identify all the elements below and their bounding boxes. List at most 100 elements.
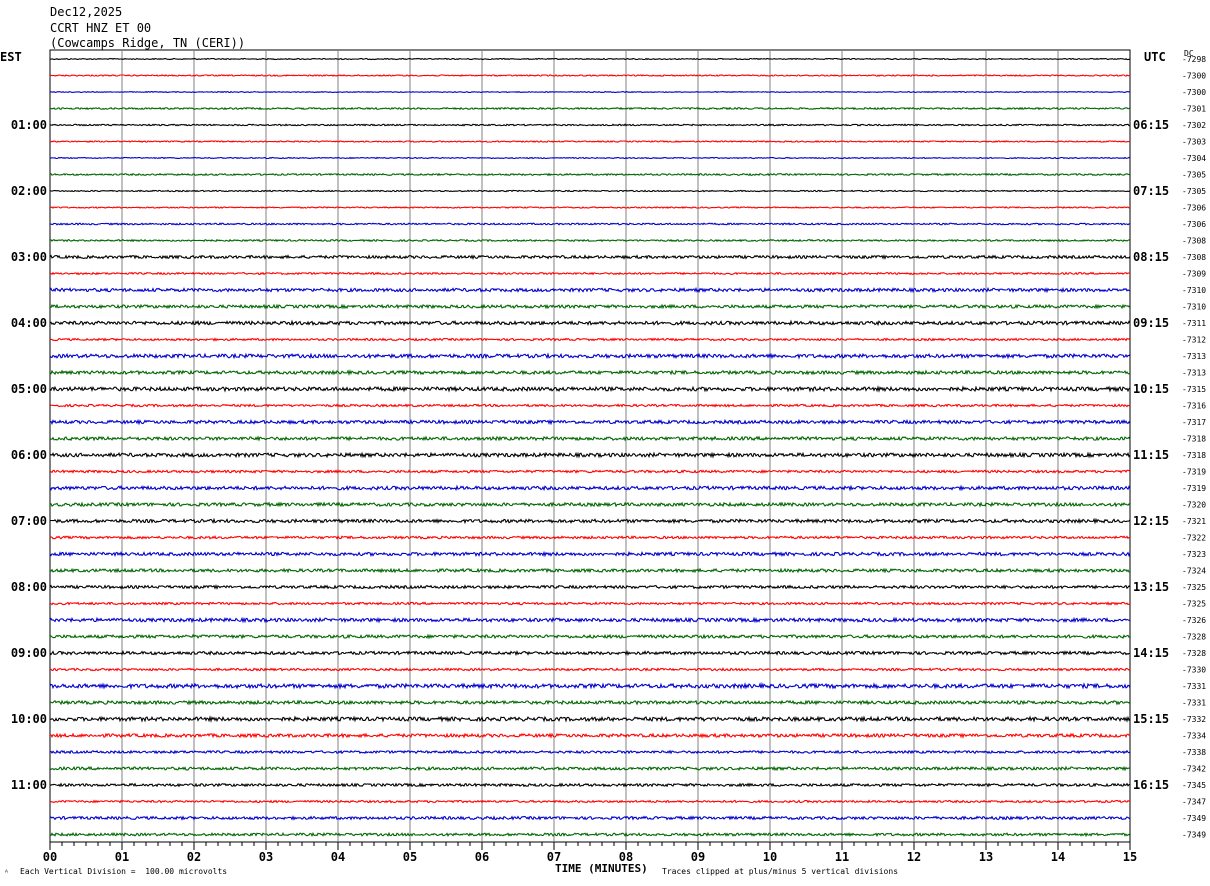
x-tick-label: 04 xyxy=(331,850,345,864)
trace-2 xyxy=(49,74,1131,77)
x-tick-label: 03 xyxy=(259,850,273,864)
dc-offset-label: -7325 xyxy=(1182,600,1206,609)
dc-offset-label: -7322 xyxy=(1182,534,1206,543)
trace-9 xyxy=(49,189,1131,193)
right-hour-label: 16:15 xyxy=(1133,778,1169,792)
trace-5 xyxy=(49,123,1131,127)
trace-28 xyxy=(49,501,1131,508)
trace-39 xyxy=(49,681,1131,690)
dc-offset-label: -7324 xyxy=(1182,567,1206,576)
trace-48 xyxy=(49,831,1131,838)
right-hour-label: 10:15 xyxy=(1133,382,1169,396)
trace-42 xyxy=(49,732,1131,739)
dc-offset-label: -7338 xyxy=(1182,748,1206,757)
x-tick-label: 05 xyxy=(403,850,417,864)
plot-frame xyxy=(49,49,1131,843)
dc-offset-label: -7310 xyxy=(1182,303,1206,312)
dc-offset-label: -7331 xyxy=(1182,682,1206,691)
dc-offset-label: -7316 xyxy=(1182,402,1206,411)
x-tick-label: 02 xyxy=(187,850,201,864)
left-hour-label: 10:00 xyxy=(11,712,47,726)
dc-offset-label: -7319 xyxy=(1182,468,1206,477)
x-tick-label: 01 xyxy=(115,850,129,864)
dc-offset-label: -7304 xyxy=(1182,154,1206,163)
dc-offset-label: -7331 xyxy=(1182,699,1206,708)
left-hour-label: 04:00 xyxy=(11,316,47,330)
trace-38 xyxy=(49,667,1131,672)
dc-offset-label: -7328 xyxy=(1182,633,1206,642)
trace-32 xyxy=(49,567,1131,574)
trace-26 xyxy=(49,469,1131,474)
trace-43 xyxy=(49,749,1131,755)
dc-offset-label: -7302 xyxy=(1182,121,1206,130)
left-hour-label: 03:00 xyxy=(11,250,47,264)
dc-offset-label: -7306 xyxy=(1182,204,1206,213)
clip-note: Traces clipped at plus/minus 5 vertical … xyxy=(662,867,899,876)
trace-34 xyxy=(49,601,1131,606)
x-tick-label: 13 xyxy=(979,850,993,864)
x-tick-label: 14 xyxy=(1051,850,1065,864)
trace-4 xyxy=(49,106,1131,111)
trace-24 xyxy=(49,435,1131,442)
trace-40 xyxy=(49,699,1131,706)
trace-17 xyxy=(49,319,1131,327)
left-hour-label: 07:00 xyxy=(11,514,47,528)
x-axis-label: TIME (MINUTES) xyxy=(555,862,648,875)
dc-offset-label: -7321 xyxy=(1182,517,1206,526)
dc-offset-label: -7319 xyxy=(1182,484,1206,493)
right-hour-label: 08:15 xyxy=(1133,250,1169,264)
left-hour-label: 11:00 xyxy=(11,778,47,792)
trace-19 xyxy=(49,352,1131,360)
dc-offset-label: -7342 xyxy=(1182,765,1206,774)
trace-30 xyxy=(49,535,1131,540)
x-tick-label: 10 xyxy=(763,850,777,864)
trace-11 xyxy=(50,222,1131,226)
corner-mark: ᴬ xyxy=(4,868,9,877)
trace-10 xyxy=(49,206,1131,209)
trace-18 xyxy=(49,337,1131,342)
dc-offset-label: -7300 xyxy=(1182,88,1206,97)
right-hour-label: 13:15 xyxy=(1133,580,1169,594)
dc-offset-label: -7308 xyxy=(1182,253,1206,262)
right-hour-label: 14:15 xyxy=(1133,646,1169,660)
trace-22 xyxy=(49,403,1131,408)
right-hour-label: 15:15 xyxy=(1133,712,1169,726)
trace-8 xyxy=(49,172,1131,177)
dc-offset-label: -7328 xyxy=(1182,649,1206,658)
dc-offset-label: -7306 xyxy=(1182,220,1206,229)
dc-offset-label: -7345 xyxy=(1182,781,1206,790)
x-tick-label: 11 xyxy=(835,850,849,864)
trace-45 xyxy=(49,782,1131,788)
x-tick-label: 09 xyxy=(691,850,705,864)
dc-offset-label: -7349 xyxy=(1182,831,1206,840)
dc-offset-label: -7347 xyxy=(1182,798,1206,807)
trace-20 xyxy=(49,369,1131,376)
x-tick-label: 06 xyxy=(475,850,489,864)
dc-offset-label: -7309 xyxy=(1182,270,1206,279)
trace-1 xyxy=(49,57,1131,61)
helicorder-chart: -7298 -7300 -7300 -7301 -7302 -7303 -7304 -7305… xyxy=(11,49,1206,864)
trace-16 xyxy=(49,303,1131,310)
dc-offset-label: -7310 xyxy=(1182,286,1206,295)
left-hour-label: 09:00 xyxy=(11,646,47,660)
trace-14 xyxy=(49,271,1131,276)
trace-41 xyxy=(49,715,1131,723)
dc-offset-label: -7312 xyxy=(1182,336,1206,345)
right-hour-label: 06:15 xyxy=(1133,118,1169,132)
right-hour-label: 12:15 xyxy=(1133,514,1169,528)
left-hour-label: 05:00 xyxy=(11,382,47,396)
dc-offset-label: -7318 xyxy=(1182,435,1206,444)
trace-31 xyxy=(49,550,1131,558)
dc-offset-label: -7303 xyxy=(1182,138,1206,147)
dc-offset-label: -7311 xyxy=(1182,319,1206,328)
trace-15 xyxy=(49,286,1131,294)
trace-36 xyxy=(49,633,1131,640)
right-hour-label: 09:15 xyxy=(1133,316,1169,330)
trace-29 xyxy=(49,517,1131,525)
trace-12 xyxy=(49,238,1131,243)
dc-offset-label: -7305 xyxy=(1182,171,1206,180)
trace-23 xyxy=(49,418,1131,426)
dc-offset-label: -7301 xyxy=(1182,105,1206,114)
dc-offset-label: -7349 xyxy=(1182,814,1206,823)
x-tick-label: 00 xyxy=(43,850,57,864)
